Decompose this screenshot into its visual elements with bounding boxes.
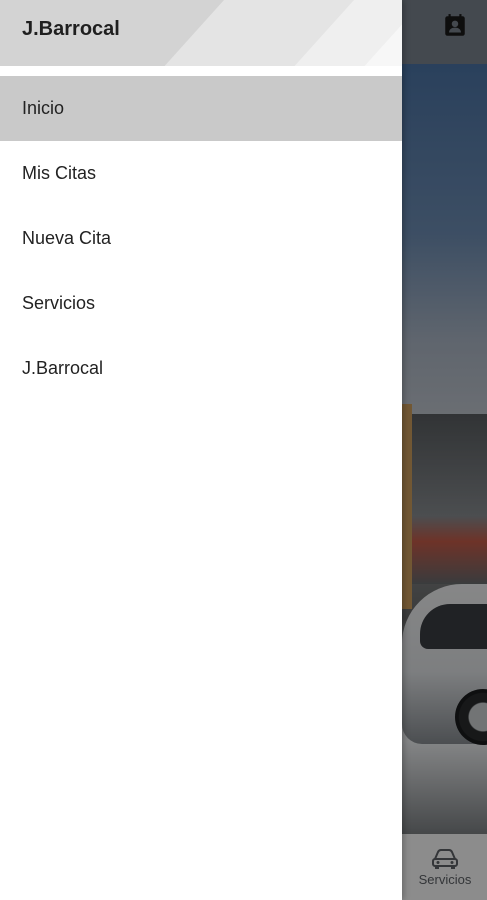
navigation-drawer: J.Barrocal Inicio Mis Citas Nueva Cita S… — [0, 0, 402, 900]
drawer-item-label: Servicios — [22, 293, 96, 313]
drawer-item-label: J.Barrocal — [22, 358, 104, 378]
drawer-menu: Inicio Mis Citas Nueva Cita Servicios J.… — [0, 76, 402, 401]
drawer-title: J.Barrocal — [22, 18, 120, 40]
drawer-item-label: Nueva Cita — [22, 228, 112, 248]
drawer-item-label: Inicio — [22, 98, 65, 118]
drawer-item-servicios[interactable]: Servicios — [0, 271, 402, 336]
drawer-item-mis-citas[interactable]: Mis Citas — [0, 141, 402, 206]
drawer-header: J.Barrocal — [0, 0, 402, 66]
drawer-item-j-barrocal[interactable]: J.Barrocal — [0, 336, 402, 401]
drawer-item-label: Mis Citas — [22, 163, 97, 183]
drawer-spacer — [0, 66, 402, 76]
drawer-item-nueva-cita[interactable]: Nueva Cita — [0, 206, 402, 271]
drawer-item-inicio[interactable]: Inicio — [0, 76, 402, 141]
